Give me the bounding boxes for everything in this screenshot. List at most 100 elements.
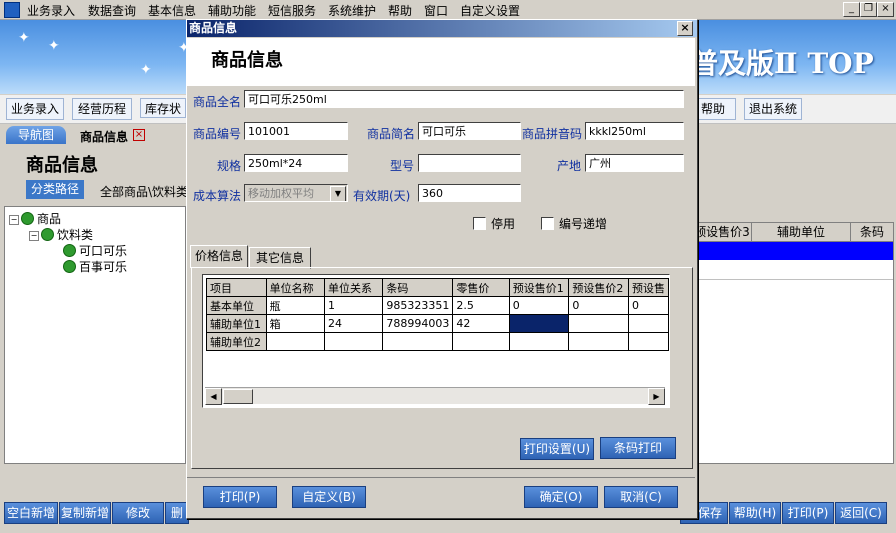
menu-business-entry[interactable]: 业务录入 [27,2,75,19]
column-header: 项目 [206,278,267,297]
ok-button[interactable]: 确定(O) [524,486,598,508]
table-row[interactable]: 辅助单位1 箱 24 788994003 42 [206,314,669,333]
cancel-button[interactable]: 取消(C) [604,486,678,508]
table-cell[interactable] [627,332,669,351]
tree-node-root[interactable]: − 商品 [9,210,61,227]
menu-aux-functions[interactable]: 辅助功能 [208,2,256,19]
menu-help[interactable]: 帮助 [388,2,412,19]
column-header[interactable]: 辅助单位 [752,223,851,242]
table-row[interactable]: 辅助单位2 [206,332,669,351]
tab-other-info[interactable]: 其它信息 [249,247,311,269]
table-cell[interactable]: 1 [323,296,384,315]
customize-button[interactable]: 自定义(B) [292,486,366,508]
category-path-button[interactable]: 分类路径 [26,180,84,199]
toolbar-exit-system[interactable]: 退出系统 [744,98,802,120]
toolbar-business-history[interactable]: 经营历程 [72,98,132,120]
column-header[interactable]: 条码 [851,223,894,242]
collapse-icon[interactable]: − [29,231,39,241]
toolbar-inventory[interactable]: 库存状 [140,98,186,118]
table-cell[interactable] [508,332,570,351]
back-button[interactable]: 返回(C) [835,502,887,524]
selected-row[interactable] [693,242,893,260]
horizontal-scrollbar[interactable]: ◀ ▶ [205,387,665,405]
table-cell[interactable]: 24 [323,314,384,333]
auto-increment-label: 编号递增 [559,217,608,231]
toolbar-business-entry[interactable]: 业务录入 [6,98,64,120]
dropdown-arrow-icon[interactable]: ▼ [330,186,346,201]
dialog-close-icon[interactable]: × [677,21,693,36]
tab-product-info[interactable]: 商品信息 [80,128,128,145]
help-button[interactable]: 帮助(H) [729,502,781,524]
scroll-left-icon[interactable]: ◀ [205,388,222,405]
tree-node-label: 饮料类 [57,228,94,242]
table-cell[interactable] [452,332,510,351]
edit-button[interactable]: 修改 [112,502,164,524]
table-cell[interactable]: 0 [568,296,629,315]
table-cell[interactable] [265,332,325,351]
table-cell[interactable] [568,332,629,351]
code-field[interactable]: 101001 [244,122,348,140]
scroll-thumb[interactable] [223,389,253,404]
menu-window[interactable]: 窗口 [424,2,448,19]
tree-node-pepsi[interactable]: 百事可乐 [63,258,127,275]
row-header: 基本单位 [206,296,267,315]
node-icon [63,260,76,273]
selected-cell[interactable] [508,314,570,333]
model-field[interactable] [418,154,521,172]
table-cell[interactable]: 2.5 [452,296,510,315]
origin-field[interactable]: 广州 [585,154,684,172]
row-header: 辅助单位1 [206,314,267,333]
dialog-print-button[interactable]: 打印(P) [203,486,277,508]
new-blank-button[interactable]: 空白新增 [4,502,58,524]
pinyin-field[interactable]: kkkl250ml [585,122,684,140]
code-label: 商品编号 [193,127,242,141]
dialog-title: 商品信息 [189,21,238,35]
menu-sms-service[interactable]: 短信服务 [268,2,316,19]
menu-custom-settings[interactable]: 自定义设置 [460,2,520,19]
spec-field[interactable]: 250ml*24 [244,154,348,172]
barcode-print-button[interactable]: 条码打印 [600,437,676,459]
tree-node-coca-cola[interactable]: 可口可乐 [63,242,127,259]
print-button[interactable]: 打印(P) [782,502,834,524]
copy-new-button[interactable]: 复制新增 [59,502,111,524]
table-cell[interactable]: 瓶 [265,296,325,315]
tab-close-icon[interactable]: × [133,129,145,141]
collapse-icon[interactable]: − [9,215,19,225]
short-name-field[interactable]: 可口可乐 [418,122,521,140]
table-cell[interactable] [568,314,629,333]
disabled-checkbox[interactable] [473,217,486,230]
table-cell[interactable]: 0 [627,296,669,315]
menu-system-maintenance[interactable]: 系统维护 [328,2,376,19]
restore-button[interactable]: ❐ [860,2,877,17]
table-cell[interactable] [627,314,669,333]
table-row[interactable] [693,261,893,280]
validity-field[interactable]: 360 [418,184,521,202]
scroll-right-icon[interactable]: ▶ [648,388,665,405]
cost-method-select[interactable]: 移动加权平均 ▼ [244,184,348,202]
close-app-button[interactable]: × [877,2,894,17]
auto-increment-checkbox[interactable] [541,217,554,230]
column-header[interactable]: 预设售价3 [693,223,752,242]
page-title: 商品信息 [26,155,98,176]
tab-price-info[interactable]: 价格信息 [190,245,248,268]
table-cell[interactable] [323,332,384,351]
tab-navigation[interactable]: 导航图 [6,126,66,144]
dialog-titlebar[interactable]: 商品信息 × [187,20,697,37]
table-cell[interactable] [382,332,454,351]
divider [187,477,695,478]
table-cell[interactable]: 0 [508,296,570,315]
minimize-button[interactable]: _ [843,2,860,17]
menu-basic-info[interactable]: 基本信息 [148,2,196,19]
print-settings-button[interactable]: 打印设置(U) [520,438,594,460]
menu-data-query[interactable]: 数据查询 [88,2,136,19]
table-cell[interactable]: 箱 [265,314,325,333]
node-icon [41,228,54,241]
spec-label: 规格 [217,159,242,173]
table-cell[interactable]: 788994003 [382,314,454,333]
table-cell[interactable]: 985323351 [382,296,454,315]
table-cell[interactable]: 42 [452,314,510,333]
full-name-field[interactable]: 可口可乐250ml [244,90,684,108]
table-row[interactable]: 基本单位 瓶 1 985323351 2.5 0 0 0 [206,296,669,315]
tree-node-beverages[interactable]: − 饮料类 [29,226,93,243]
price-grid: 项目 单位名称 单位关系 条码 零售价 预设售价1 预设售价2 预设售 基本单位… [202,274,670,408]
